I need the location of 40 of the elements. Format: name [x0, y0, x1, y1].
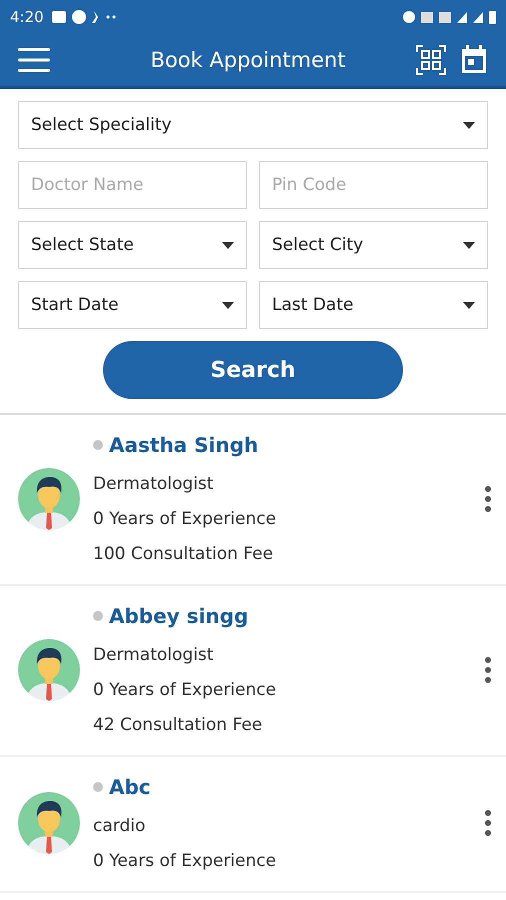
- more-icon: [106, 15, 116, 19]
- input-field[interactable]: Pin Code: [259, 161, 488, 209]
- more-options-icon[interactable]: [484, 656, 492, 682]
- more-options-icon[interactable]: [484, 810, 492, 836]
- doctor-experience: 0 Years of Experience: [93, 509, 278, 529]
- caret-icon: [222, 242, 234, 248]
- alarm-icon: [403, 11, 415, 23]
- doctor-name[interactable]: Abc: [109, 775, 151, 799]
- dropdown[interactable]: Select Speciality: [18, 101, 488, 149]
- avatar-icon: [18, 468, 80, 530]
- menu-icon[interactable]: [18, 47, 50, 73]
- caret-icon: [463, 122, 475, 128]
- caret-icon: [463, 242, 475, 248]
- doctor-name[interactable]: Abbey singg: [109, 604, 248, 628]
- page-title: Book Appointment: [149, 48, 347, 72]
- consultation-fee: 42 Consultation Fee: [93, 715, 264, 735]
- doctor-speciality: Dermatologist: [93, 645, 214, 665]
- doctor-speciality: Dermatologist: [93, 474, 214, 494]
- doctor-experience: 0 Years of Experience: [93, 851, 278, 871]
- battery-icon: [489, 10, 496, 24]
- doctor-experience: 0 Years of Experience: [93, 680, 278, 700]
- avatar-icon: [18, 792, 80, 854]
- caret-icon: [222, 302, 234, 308]
- consultation-fee: 100 Consultation Fee: [93, 544, 274, 564]
- dropdown[interactable]: Last Date: [259, 281, 488, 329]
- status-time: 4:20: [10, 8, 44, 26]
- avatar-icon: [18, 638, 80, 700]
- doctor-name[interactable]: Aastha Singh: [109, 433, 258, 457]
- search-button[interactable]: Search: [103, 341, 403, 399]
- dropdown[interactable]: Start Date: [18, 281, 247, 329]
- dropdown[interactable]: Select State: [18, 221, 247, 269]
- calendar-icon[interactable]: [460, 45, 488, 75]
- signal-icon: [473, 12, 483, 22]
- qr-code-icon[interactable]: [416, 45, 446, 75]
- signal-icon: [457, 12, 467, 22]
- caret-icon: [463, 302, 475, 308]
- more-options-icon[interactable]: [484, 486, 492, 512]
- doctor-speciality: cardio: [93, 816, 146, 836]
- input-field[interactable]: Doctor Name: [18, 161, 247, 209]
- dropdown[interactable]: Select City: [259, 221, 488, 269]
